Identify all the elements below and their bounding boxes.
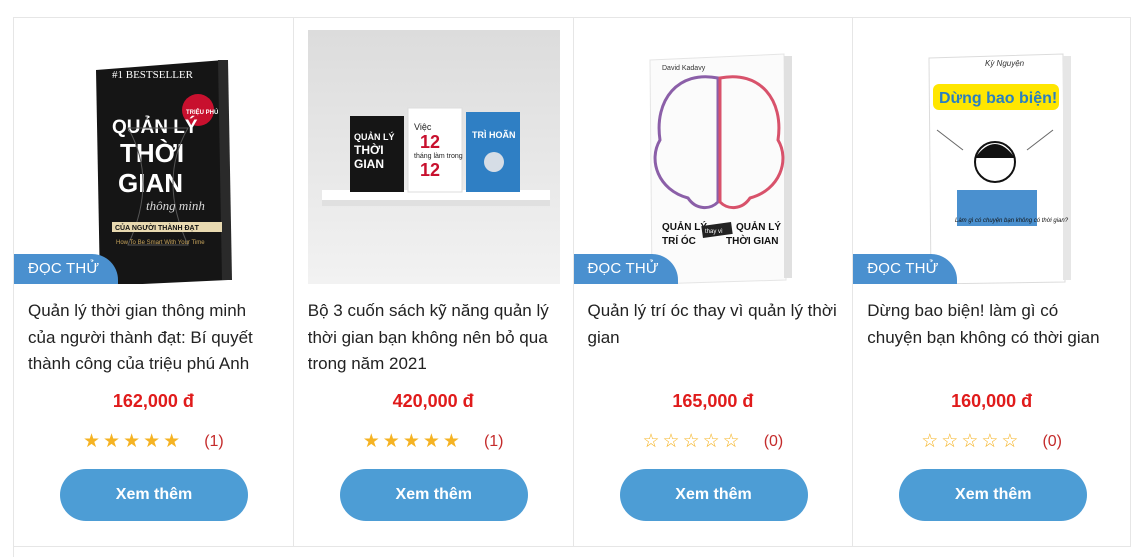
product-title[interactable]: Dừng bao biện! làm gì có chuyện bạn khôn…: [867, 298, 1117, 351]
svg-text:12: 12: [420, 132, 440, 152]
star-outline-icon: ☆: [921, 431, 939, 452]
svg-text:How To Be Smart With Your Time: How To Be Smart With Your Time: [116, 240, 205, 246]
book-cover-image[interactable]: #1 BESTSELLER TRIỆU PHÚ QUẢN LÝ THỜI GIA…: [28, 30, 280, 284]
rating-count: (1): [483, 433, 504, 450]
star-icon: ★: [362, 431, 380, 452]
svg-text:Việc: Việc: [414, 122, 432, 132]
star-rating: ★ ★ ★ ★ ★: [363, 432, 460, 452]
svg-text:THỜI: THỜI: [354, 142, 384, 157]
star-outline-icon: ☆: [722, 431, 740, 452]
product-title[interactable]: Quản lý trí óc thay vì quản lý thời gian: [588, 298, 838, 351]
svg-text:12: 12: [420, 160, 440, 180]
read-sample-badge[interactable]: ĐỌC THỬ: [853, 254, 958, 284]
book-cover-image[interactable]: Kỳ Nguyện Dừng bao biện! Làm gì có chuyệ…: [867, 30, 1120, 284]
star-icon: ★: [103, 431, 121, 452]
product-rating: ☆ ☆ ☆ ☆ ☆ (0): [574, 432, 853, 452]
svg-text:thông minh: thông minh: [146, 198, 205, 213]
star-outline-icon: ☆: [981, 431, 999, 452]
svg-text:GIAN: GIAN: [354, 157, 384, 171]
product-card[interactable]: QUẢN LÝ THỜI GIAN Việc 12 tháng làm tron…: [293, 18, 574, 547]
star-rating: ☆ ☆ ☆ ☆ ☆: [642, 432, 739, 452]
read-sample-badge[interactable]: ĐỌC THỬ: [573, 254, 678, 284]
svg-text:TRÌ HOÃN: TRÌ HOÃN: [472, 130, 516, 140]
view-more-button[interactable]: Xem thêm: [899, 469, 1088, 521]
product-price: 165,000 đ: [672, 391, 754, 411]
cover-top-text: #1 BESTSELLER: [112, 69, 194, 81]
product-title[interactable]: Bộ 3 cuốn sách kỹ năng quản lý thời gian…: [308, 298, 558, 378]
rating-count: (1): [204, 433, 224, 450]
product-price: 160,000 đ: [951, 391, 1033, 411]
svg-text:CỦA NGƯỜI THÀNH ĐẠT: CỦA NGƯỜI THÀNH ĐẠT: [115, 223, 200, 232]
svg-text:QUẢN LÝ: QUẢN LÝ: [662, 220, 707, 233]
star-rating: ☆ ☆ ☆ ☆ ☆: [921, 432, 1018, 452]
product-price: 162,000 đ: [112, 391, 194, 411]
svg-text:TRIỆU PHÚ: TRIỆU PHÚ: [186, 108, 218, 116]
product-card[interactable]: David Kadavy QUẢN LÝ TRÍ ÓC thay vì QUẢN…: [573, 18, 854, 547]
star-outline-icon: ☆: [682, 431, 700, 452]
rating-count: (0): [1042, 433, 1063, 450]
star-icon: ★: [143, 431, 161, 452]
star-outline-icon: ☆: [702, 431, 720, 452]
star-icon: ★: [382, 431, 400, 452]
product-rating: ☆ ☆ ☆ ☆ ☆ (0): [853, 432, 1130, 452]
svg-text:thay vì: thay vì: [705, 229, 723, 235]
svg-text:QUẢN LÝ: QUẢN LÝ: [354, 131, 395, 142]
star-outline-icon: ☆: [642, 431, 660, 452]
product-card[interactable]: #1 BESTSELLER TRIỆU PHÚ QUẢN LÝ THỜI GIA…: [14, 18, 294, 547]
svg-text:THỜI GIAN: THỜI GIAN: [726, 234, 778, 247]
rating-count: (0): [763, 433, 784, 450]
cover-author: Kỳ Nguyện: [985, 59, 1025, 68]
star-outline-icon: ☆: [1001, 431, 1019, 452]
star-icon: ★: [123, 431, 141, 452]
star-outline-icon: ☆: [941, 431, 959, 452]
star-icon: ★: [402, 431, 420, 452]
product-rating: ★ ★ ★ ★ ★ (1): [294, 432, 573, 452]
star-outline-icon: ☆: [662, 431, 680, 452]
read-sample-badge[interactable]: ĐỌC THỬ: [14, 254, 118, 284]
product-card[interactable]: Kỳ Nguyện Dừng bao biện! Làm gì có chuyệ…: [853, 18, 1131, 547]
product-title[interactable]: Quản lý thời gian thông minh của người t…: [28, 298, 278, 378]
svg-text:QUẢN LÝ: QUẢN LÝ: [736, 220, 781, 233]
star-rating: ★ ★ ★ ★ ★: [83, 432, 180, 452]
product-grid: #1 BESTSELLER TRIỆU PHÚ QUẢN LÝ THỜI GIA…: [13, 17, 1131, 557]
product-price: 420,000 đ: [392, 391, 474, 411]
view-more-button[interactable]: Xem thêm: [619, 469, 808, 521]
cover-author: David Kadavy: [662, 65, 706, 72]
cover-title: Dừng bao biện!: [939, 90, 1057, 107]
product-rating: ★ ★ ★ ★ ★ (1): [14, 432, 293, 452]
star-outline-icon: ☆: [961, 431, 979, 452]
svg-text:tháng làm trong: tháng làm trong: [414, 153, 463, 160]
cover-subtitle: Làm gì có chuyện bạn không có thời gian?: [955, 218, 1069, 224]
book-cover-image[interactable]: QUẢN LÝ THỜI GIAN Việc 12 tháng làm tron…: [307, 30, 560, 284]
star-icon: ★: [442, 431, 460, 452]
svg-text:TRÍ ÓC: TRÍ ÓC: [662, 234, 696, 247]
book-cover-image[interactable]: David Kadavy QUẢN LÝ TRÍ ÓC thay vì QUẢN…: [587, 30, 840, 284]
star-icon: ★: [422, 431, 440, 452]
star-icon: ★: [82, 431, 101, 452]
star-icon: ★: [163, 431, 181, 452]
view-more-button[interactable]: Xem thêm: [60, 469, 248, 521]
view-more-button[interactable]: Xem thêm: [339, 469, 528, 521]
